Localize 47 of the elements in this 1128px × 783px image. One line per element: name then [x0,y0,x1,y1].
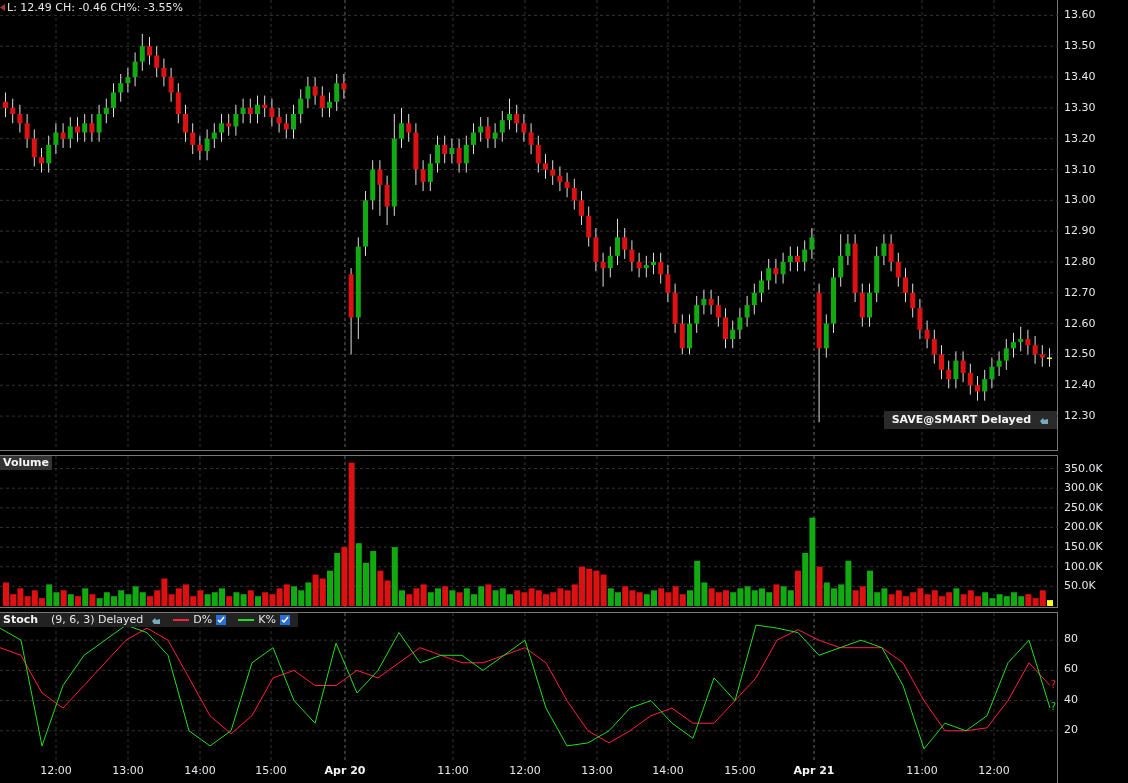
indicator-params: (9, 6, 3) Delayed [51,611,144,628]
axis-label: 13.20 [1064,132,1096,144]
axis-label: 13.10 [1064,163,1096,175]
time-label: 13:00 [581,763,613,779]
legend-label: K% [258,611,276,628]
axis-label: 350.0K [1064,462,1103,474]
legend-label: D% [193,611,213,628]
panel-title: Volume [0,456,52,470]
axis-label: 12.40 [1064,379,1096,391]
time-label: 11:00 [906,763,938,779]
axis-label: 13.00 [1064,194,1096,206]
time-label: 12:00 [40,763,72,779]
axis-label: 60 [1064,663,1078,675]
time-label: 11:00 [437,763,469,779]
end-marker: ? [1050,702,1056,712]
axis-label: 12.70 [1064,286,1096,298]
time-label: 15:00 [724,763,756,779]
time-label: Apr 21 [793,763,835,779]
axis-label: 20 [1064,723,1078,735]
axis-label: 250.0K [1064,501,1103,513]
axis-label: 13.30 [1064,101,1096,113]
axis-label: 12.80 [1064,256,1096,267]
badge-text: SAVE@SMART Delayed [891,411,1031,428]
axis-label: 300.0K [1064,482,1103,494]
time-label: 14:00 [652,763,684,779]
time-label: 15:00 [255,763,287,779]
axis-label: 12.90 [1064,225,1096,237]
axis-label: 13.60 [1064,9,1096,21]
axis-label: 200.0K [1064,521,1103,533]
time-label: 12:00 [978,763,1010,779]
axis-label: 13.40 [1064,71,1096,83]
axis-label: 13.50 [1064,40,1096,52]
time-label: 14:00 [184,763,216,779]
time-label: 13:00 [112,763,144,779]
time-label: 12:00 [509,763,541,779]
axis-label: 12.30 [1064,410,1096,422]
end-marker: ? [1050,680,1056,690]
axis-label: 50.0K [1064,580,1096,592]
time-label: Apr 20 [324,763,366,779]
axis-label: 12.60 [1064,317,1096,329]
panel-title: Stoch [3,611,40,628]
axis-label: 40 [1064,693,1078,705]
quote-text: L: 12.49 CH: -0.46 CH%: -3.55% [7,0,183,15]
axis-label: 80 [1064,633,1078,645]
axis-label: 12.50 [1064,348,1096,360]
axis-label: 150.0K [1064,541,1103,553]
axis-label: 100.0K [1064,560,1103,572]
